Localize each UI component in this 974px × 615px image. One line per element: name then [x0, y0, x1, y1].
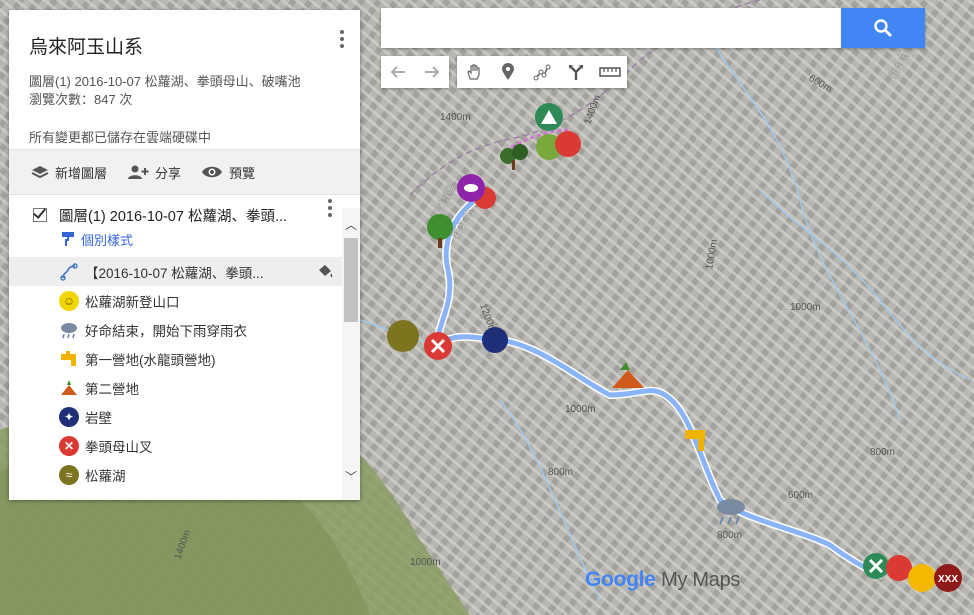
climber-marker-icon[interactable] [482, 327, 508, 353]
contour-label: 800m [548, 467, 573, 478]
camp-icon [59, 378, 79, 398]
list-item-label: 第一營地(水龍頭營地) [85, 352, 216, 368]
hiker-icon: ☺ [59, 290, 79, 311]
share-button[interactable]: 分享 [127, 163, 181, 182]
add-layer-label: 新增圖層 [55, 165, 108, 181]
pan-tool-button[interactable] [457, 56, 491, 88]
redo-button[interactable] [415, 56, 449, 88]
contour-label: 1000m [565, 404, 596, 415]
lake-icon: ≈ [59, 464, 79, 485]
list-item[interactable]: 【2016-10-07 松蘿湖、拳頭... [9, 257, 342, 286]
share-label: 分享 [155, 165, 182, 181]
list-item[interactable]: ≈ 松蘿湖 [9, 460, 360, 489]
contour-label: 800m [870, 447, 895, 458]
saved-status: 所有變更都已儲存在雲端硬碟中 [29, 130, 212, 145]
rain-icon [59, 320, 79, 340]
paint-roller-icon [62, 232, 74, 246]
map-sidebar-panel: 烏來阿玉山系 圖層(1) 2016-10-07 松蘿湖、拳頭母山、破嘴池 瀏覽次… [9, 10, 360, 500]
draw-line-button[interactable] [525, 56, 559, 88]
preview-label: 預覽 [229, 165, 256, 181]
layer-section: 圖層(1) 2016-10-07 松蘿湖、拳頭... 個別樣式 【2016-10… [9, 195, 360, 489]
add-marker-button[interactable] [491, 56, 525, 88]
preview-button[interactable]: 預覽 [201, 163, 255, 182]
undo-arrow-icon [390, 66, 405, 78]
directions-icon [569, 65, 583, 80]
layer-options-icon[interactable] [328, 199, 334, 217]
layer-header[interactable]: 圖層(1) 2016-10-07 松蘿湖、拳頭... [9, 199, 360, 227]
route-icon [59, 262, 79, 282]
panel-actions: 新增圖層 分享 預覽 [9, 149, 360, 195]
contour-label: 600m [788, 490, 813, 501]
list-item[interactable]: ☺ 松蘿湖新登山口 [9, 286, 360, 315]
draw-line-icon [533, 64, 551, 81]
undo-button[interactable] [381, 56, 415, 88]
list-item-label: 松蘿湖新登山口 [85, 294, 180, 310]
parking-marker-icon[interactable] [908, 564, 936, 592]
contour-label: 1400m [440, 112, 471, 123]
layer-visibility-checkbox[interactable] [33, 208, 47, 222]
map-title[interactable]: 烏來阿玉山系 [29, 32, 340, 59]
list-item[interactable]: 好命結束，開始下雨穿雨衣 [9, 315, 360, 344]
map-toolbar [381, 56, 627, 88]
ruler-icon [599, 67, 621, 77]
redo-arrow-icon [425, 66, 440, 78]
list-item[interactable]: ✦ 岩壁 [9, 402, 360, 431]
google-my-maps-logo: Google My Maps [585, 568, 740, 592]
measure-button[interactable] [593, 56, 627, 88]
history-group [381, 56, 449, 88]
layer-items: 【2016-10-07 松蘿湖、拳頭... ☺ 松蘿湖新登山口 好命結束，開始下… [9, 257, 360, 489]
contour-label: 800m [717, 530, 742, 541]
paint-bucket-icon[interactable] [316, 264, 334, 280]
pin-icon [502, 63, 514, 80]
my-maps-wordmark: My Maps [661, 569, 741, 591]
scroll-up-icon[interactable]: ︿ [342, 216, 360, 234]
add-person-icon [128, 165, 149, 179]
list-item-label: 拳頭母山叉 [85, 439, 153, 455]
individual-style-label: 個別樣式 [81, 232, 134, 248]
faucet-icon [59, 349, 79, 369]
layers-icon [31, 166, 49, 179]
layer-scrollbar[interactable]: ︿ ﹀ [342, 208, 360, 500]
list-item-label: 【2016-10-07 松蘿湖、拳頭... [85, 265, 264, 281]
contour-label: 1000m [410, 557, 441, 568]
hand-icon [467, 64, 480, 80]
layer-name[interactable]: 圖層(1) 2016-10-07 松蘿湖、拳頭... [59, 205, 287, 226]
lake-marker-icon[interactable] [387, 320, 419, 352]
individual-style-link[interactable]: 個別樣式 [9, 227, 360, 251]
list-item-label: 岩壁 [85, 410, 112, 426]
eye-icon [202, 166, 223, 178]
contour-label: 1000m [790, 302, 821, 313]
layer-subtitle: 圖層(1) 2016-10-07 松蘿湖、拳頭母山、破嘴池 [29, 74, 301, 89]
view-count: 瀏覽次數：847 次 [29, 92, 133, 107]
list-item-label: 松蘿湖 [85, 468, 126, 484]
list-item[interactable]: 第一營地(水龍頭營地) [9, 344, 360, 373]
directions-button[interactable] [559, 56, 593, 88]
xxx-label: XXX [938, 574, 958, 585]
climber-icon: ✦ [59, 406, 79, 427]
list-item[interactable]: 第二營地 [9, 373, 360, 402]
search-icon [874, 19, 892, 37]
google-wordmark: Google [585, 568, 656, 591]
list-item-label: 第二營地 [85, 381, 139, 397]
tools-group [457, 56, 627, 88]
fish-icon [464, 184, 478, 192]
scroll-thumb[interactable] [344, 238, 358, 322]
map-options-icon[interactable] [340, 30, 346, 48]
list-item[interactable]: ✕ 拳頭母山叉 [9, 431, 360, 460]
summit-cross-marker-icon[interactable] [555, 131, 581, 157]
list-item-label: 好命結束，開始下雨穿雨衣 [85, 323, 247, 339]
add-layer-button[interactable]: 新增圖層 [31, 163, 107, 182]
panel-header: 烏來阿玉山系 圖層(1) 2016-10-07 松蘿湖、拳頭母山、破嘴池 瀏覽次… [9, 10, 360, 145]
search-box [381, 8, 925, 48]
scroll-down-icon[interactable]: ﹀ [342, 468, 360, 486]
search-input[interactable] [391, 10, 845, 48]
cross-icon: ✕ [59, 435, 79, 456]
search-button[interactable] [841, 8, 925, 48]
